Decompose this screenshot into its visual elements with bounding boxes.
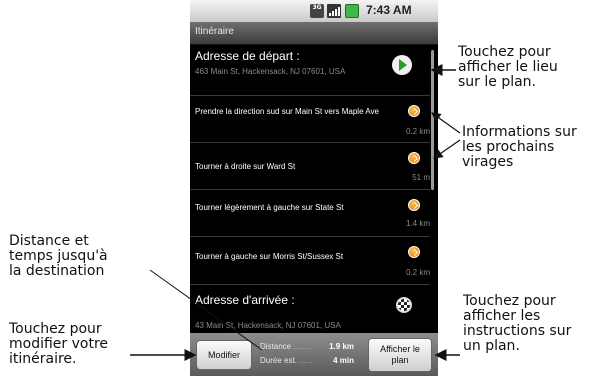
status-time: 7:43 AM: [366, 3, 412, 17]
page-title: Itinéraire: [195, 26, 234, 37]
bottom-bar: Modifier Distance ........ 1.9 km Durée …: [190, 333, 438, 376]
distance-summary: Distance ........ 1.9 km: [260, 342, 354, 351]
turn-arrow-icon: [408, 152, 420, 164]
callout-line: un plan.: [463, 338, 520, 354]
modify-button[interactable]: Modifier: [196, 340, 252, 370]
callout-line: Touchez pour: [458, 44, 551, 60]
callout-line: Informations sur: [462, 124, 577, 140]
callout-line: instructions sur: [463, 323, 572, 339]
step-distance: 0.2 km: [405, 268, 430, 277]
title-bar: Itinéraire: [190, 22, 438, 45]
list-item[interactable]: Prendre la direction sud sur Main St ver…: [190, 96, 430, 143]
step-text: Tourner à droite sur Ward St: [195, 162, 296, 171]
callout-turns: Informations sur les prochains virages: [462, 125, 577, 170]
distance-value: 1.9 km: [329, 342, 354, 351]
list-item[interactable]: Tourner à gauche sur Morris St/Sussex St…: [190, 237, 430, 285]
list-item[interactable]: Tourner légèrement à gauche sur State St…: [190, 190, 430, 237]
step-distance: 0.2 km: [405, 127, 430, 136]
callout-line: Touchez pour: [9, 321, 102, 337]
callout-line: la destination: [9, 263, 105, 279]
network-label: 3G: [312, 4, 322, 11]
phone-screen: 3G 7:43 AM Itinéraire Adresse de départ …: [190, 0, 438, 376]
show-map-label-line1: Afficher le: [380, 344, 420, 354]
show-map-button[interactable]: Afficher le plan: [368, 338, 432, 372]
step-text: Prendre la direction sud sur Main St ver…: [195, 107, 379, 116]
callout-line: afficher le lieu: [458, 59, 558, 75]
network-3g-icon: 3G: [310, 4, 324, 18]
callout-distance: Distance et temps jusqu'à la destination: [9, 234, 108, 279]
signal-icon: [327, 4, 341, 18]
end-address-row[interactable]: Adresse d'arrivée : 43 Main St, Hackensa…: [190, 285, 430, 333]
end-address: 43 Main St, Hackensack, NJ 07601, USA: [195, 321, 341, 330]
end-title: Adresse d'arrivée :: [195, 293, 295, 307]
distance-label: Distance: [260, 342, 292, 351]
callout-line: Touchez pour: [463, 293, 556, 309]
duration-label: Durée est.: [260, 356, 297, 365]
callout-start-pin: Touchez pour afficher le lieu sur le pla…: [458, 45, 558, 90]
duration-summary: Durée est. ...... 4 min: [260, 356, 354, 365]
list-item[interactable]: Tourner à droite sur Ward St 51 m: [190, 143, 430, 190]
destination-flag-icon: [396, 297, 412, 313]
callout-line: afficher les: [463, 308, 541, 324]
callout-line: itinéraire.: [9, 351, 77, 367]
start-pin-icon[interactable]: [392, 55, 412, 75]
battery-icon: [345, 4, 359, 18]
start-address: 463 Main St, Hackensack, NJ 07601, USA: [195, 67, 346, 76]
scrollbar[interactable]: [431, 50, 434, 190]
start-title: Adresse de départ :: [195, 49, 300, 63]
step-distance: 1.4 km: [405, 219, 430, 228]
show-map-label-line2: plan: [391, 355, 409, 365]
callout-map: Touchez pour afficher les instructions s…: [463, 294, 571, 354]
callout-line: sur le plan.: [458, 74, 537, 90]
start-address-row[interactable]: Adresse de départ : 463 Main St, Hackens…: [190, 45, 430, 96]
callout-line: virages: [462, 154, 514, 170]
turn-arrow-icon: [408, 246, 420, 258]
step-text: Tourner à gauche sur Morris St/Sussex St: [195, 252, 344, 261]
turn-arrow-icon: [408, 105, 420, 117]
step-distance: 51 m: [412, 173, 430, 182]
step-text: Tourner légèrement à gauche sur State St: [195, 203, 344, 212]
callout-line: les prochains: [462, 139, 555, 155]
turn-arrow-icon: [408, 199, 420, 211]
directions-list[interactable]: Adresse de départ : 463 Main St, Hackens…: [190, 45, 438, 333]
callout-line: modifier votre: [9, 336, 109, 352]
status-bar: 3G 7:43 AM: [190, 0, 438, 22]
callout-modify: Touchez pour modifier votre itinéraire.: [9, 322, 108, 367]
duration-value: 4 min: [333, 356, 354, 365]
callout-line: temps jusqu'à: [9, 248, 108, 264]
callout-line: Distance et: [9, 233, 89, 249]
